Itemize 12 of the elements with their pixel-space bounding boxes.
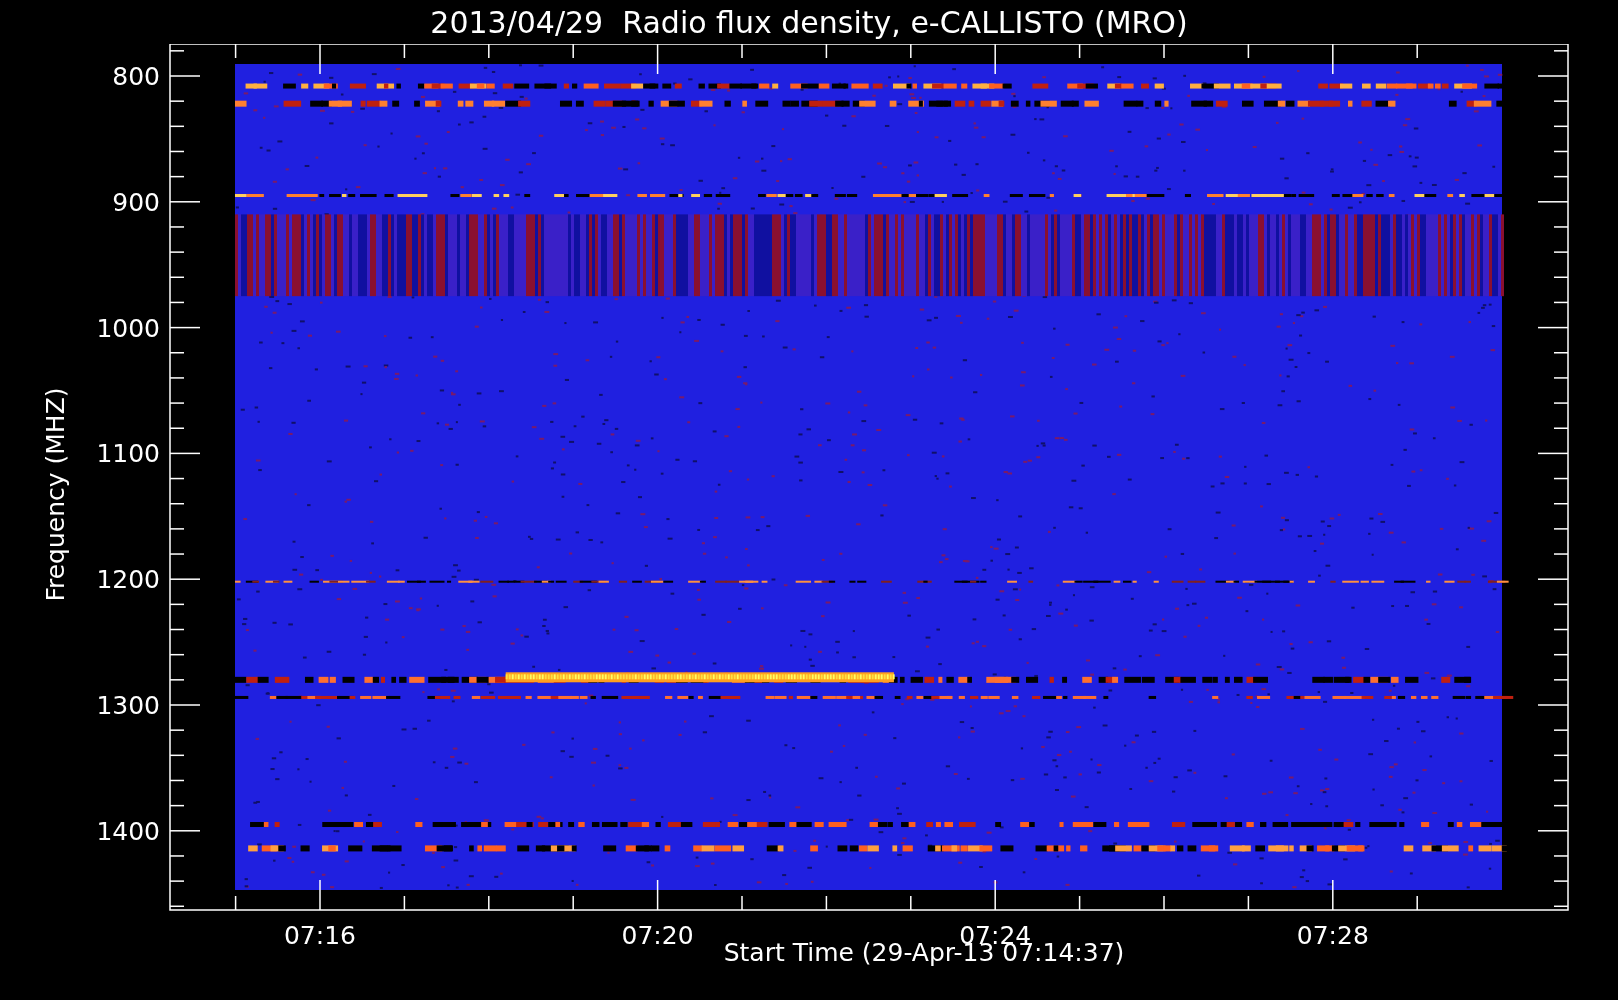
y-tick-label: 800	[112, 62, 160, 91]
y-tick-label: 900	[112, 187, 160, 217]
y-tick-label: 1100	[96, 439, 160, 469]
y-tick-label: 1400	[96, 816, 160, 846]
x-tick-label: 07:16	[284, 921, 356, 944]
y-tick-label: 1000	[96, 313, 160, 343]
x-tick-label: 07:20	[621, 921, 694, 944]
y-tick-label: 1300	[96, 691, 160, 720]
x-tick-label: 07:28	[1296, 921, 1369, 944]
y-tick-label: 1200	[96, 565, 160, 595]
chart-title: 2013/04/29 Radio flux density, e-CALLISTO (MRO)	[429, 3, 1189, 42]
y-axis-label: Frequency (MHZ)	[40, 386, 70, 602]
